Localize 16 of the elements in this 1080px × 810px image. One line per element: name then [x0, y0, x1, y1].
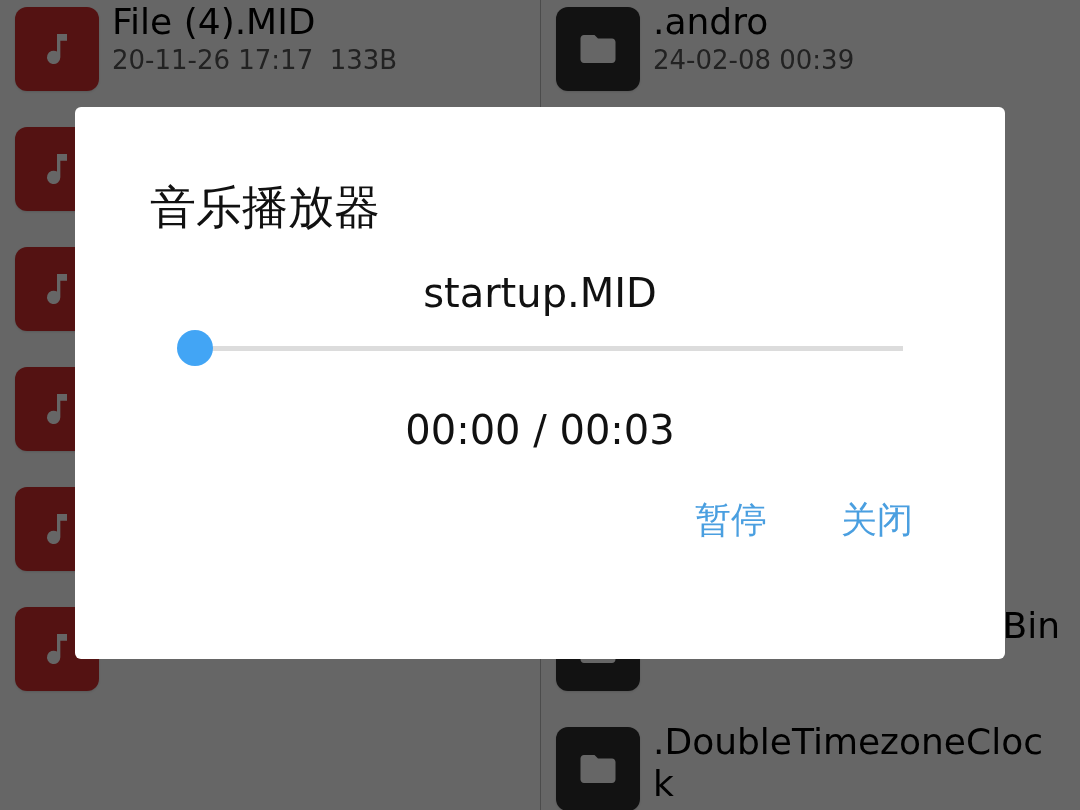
close-button[interactable]: 关闭 [839, 496, 915, 544]
dialog-title: 音乐播放器 [150, 179, 381, 236]
folder-tile[interactable] [556, 7, 640, 91]
pause-button[interactable]: 暂停 [693, 496, 769, 544]
file-name[interactable]: File (4).MID [112, 1, 520, 43]
time-display: 00:00 / 00:03 [405, 406, 675, 455]
music-file-tile[interactable] [15, 7, 99, 91]
track-name: startup.MID [423, 269, 657, 318]
file-details: 24-02-08 00:39 [653, 44, 856, 77]
progress-slider[interactable] [177, 330, 903, 366]
slider-thumb[interactable] [177, 330, 213, 366]
file-name[interactable]: .andro [653, 1, 1060, 43]
file-details: 20-11-26 17:17 133B [112, 44, 399, 77]
file-name[interactable]: .DoubleTimezoneClock [653, 721, 1060, 805]
file-name[interactable]: Bin [1002, 605, 1060, 647]
folder-tile[interactable] [556, 727, 640, 810]
